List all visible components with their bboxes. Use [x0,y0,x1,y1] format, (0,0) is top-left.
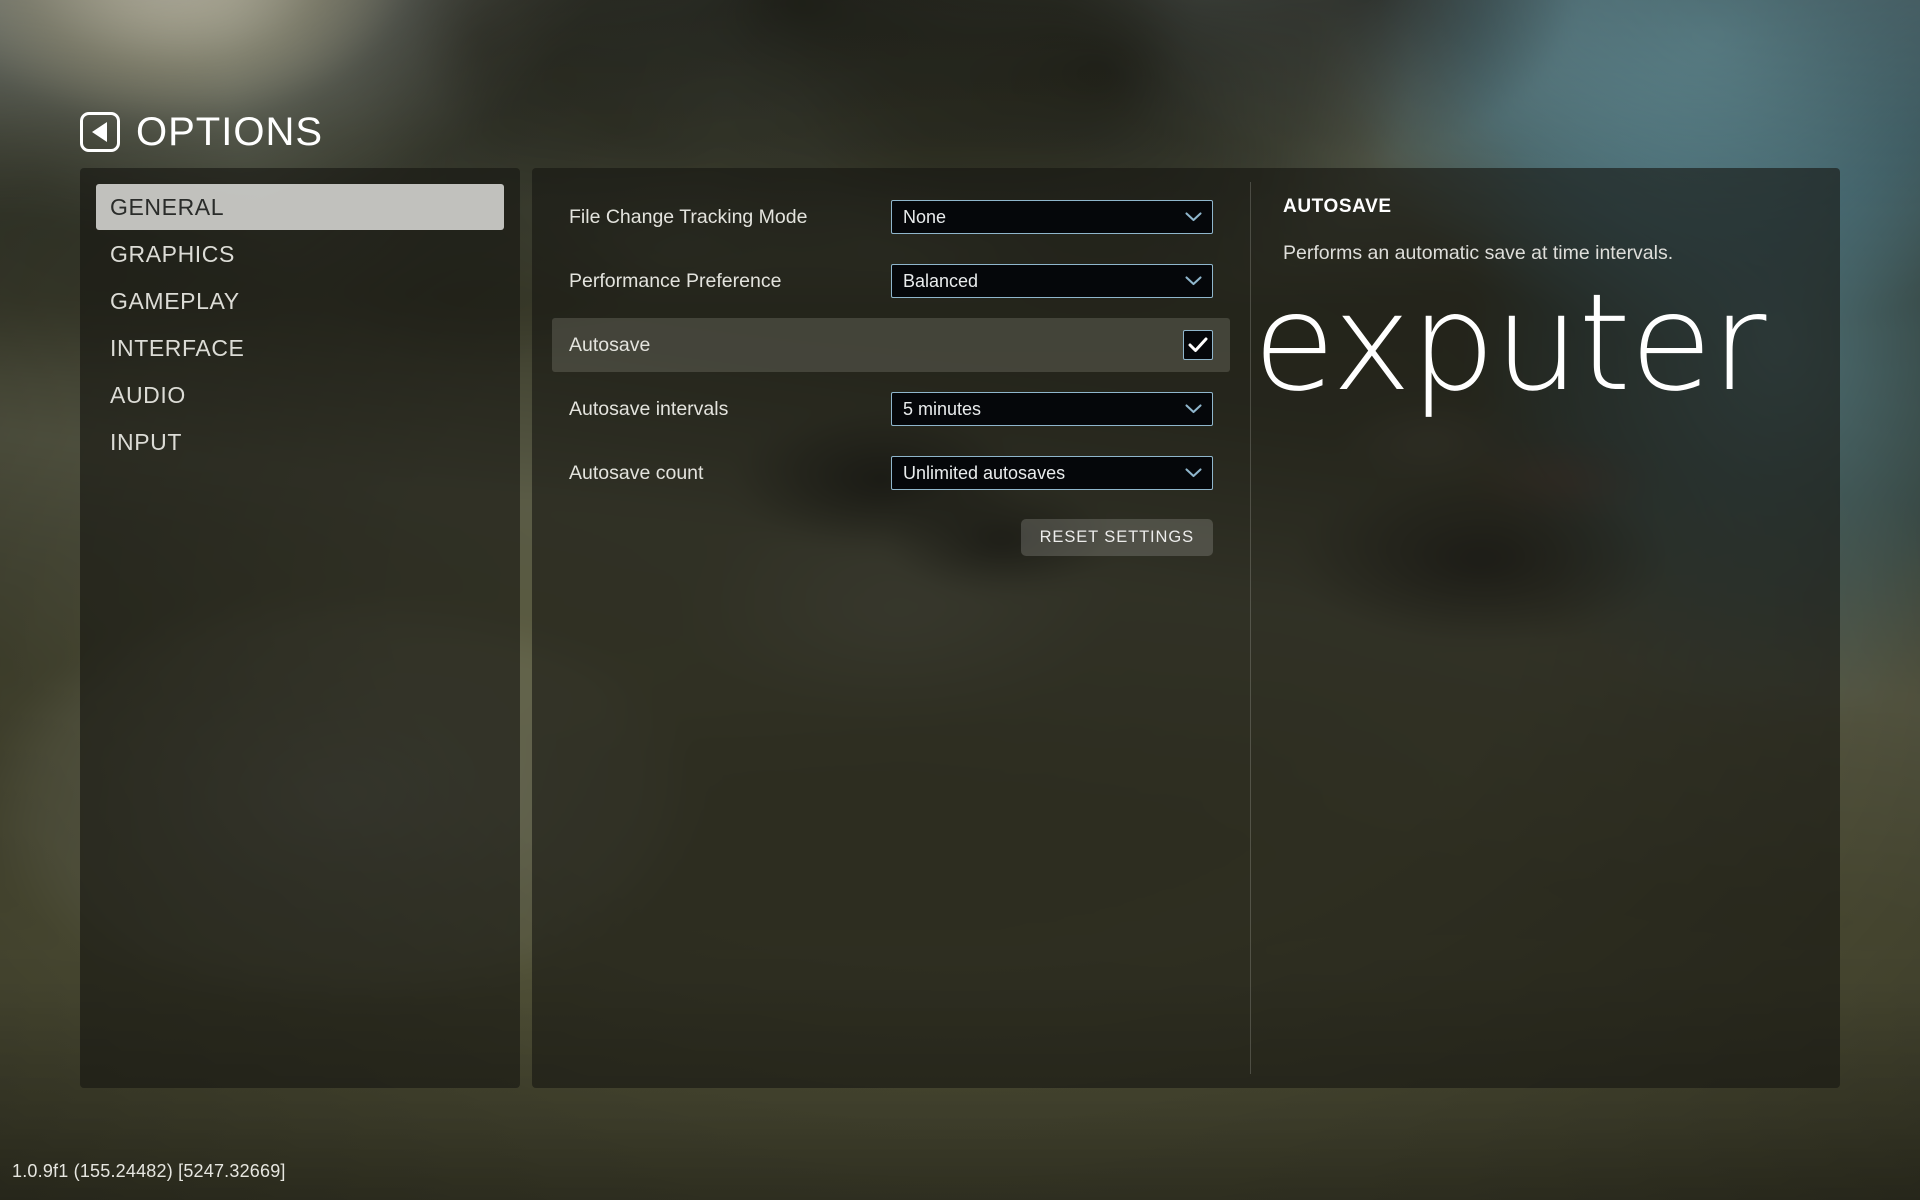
sidebar-item-graphics[interactable]: GRAPHICS [96,231,504,277]
performance-preference-dropdown[interactable]: Balanced [891,264,1213,298]
sidebar-item-label: GENERAL [110,193,225,220]
reset-settings-row: RESET SETTINGS [532,519,1213,556]
setting-label: Performance Preference [569,269,782,292]
file-change-tracking-mode-dropdown[interactable]: None [891,200,1213,234]
setting-label: Autosave [569,333,651,356]
settings-column: File Change Tracking Mode None Performan… [532,168,1250,1088]
chevron-down-icon [1185,276,1202,286]
info-title: AUTOSAVE [1283,196,1392,217]
page-header: OPTIONS [80,112,323,152]
autosave-intervals-dropdown[interactable]: 5 minutes [891,392,1213,426]
page-title: OPTIONS [136,110,324,154]
sidebar-item-general[interactable]: GENERAL [96,184,504,230]
watermark-text: exputer [1253,265,1766,421]
setting-row-autosave: Autosave [552,318,1230,372]
sidebar-item-label: INPUT [110,428,182,455]
chevron-down-icon [1185,404,1202,414]
setting-row-autosave-count: Autosave count Unlimited autosaves [552,446,1230,500]
chevron-down-icon [1185,212,1202,222]
dropdown-value: Balanced [903,270,979,291]
version-label: 1.0.9f1 (155.24482) [5247.32669] [12,1161,286,1181]
reset-settings-button[interactable]: RESET SETTINGS [1020,519,1213,556]
main-panel: File Change Tracking Mode None Performan… [532,168,1840,1088]
checkmark-icon [1188,337,1208,352]
setting-label: File Change Tracking Mode [569,205,808,228]
info-panel: AUTOSAVE Performs an automatic save at t… [1251,168,1840,1088]
setting-row-autosave-intervals: Autosave intervals 5 minutes [552,382,1230,436]
sidebar-item-label: GRAPHICS [110,240,235,267]
sidebar-item-input[interactable]: INPUT [96,419,504,465]
sidebar-item-label: INTERFACE [110,334,245,361]
sidebar-item-audio[interactable]: AUDIO [96,372,504,418]
sidebar-item-gameplay[interactable]: GAMEPLAY [96,278,504,324]
dropdown-value: 5 minutes [903,398,982,419]
setting-label: Autosave count [569,461,704,484]
sidebar-item-interface[interactable]: INTERFACE [96,325,504,371]
sidebar-panel: GENERAL GRAPHICS GAMEPLAY INTERFACE AUDI… [80,168,520,1088]
autosave-checkbox[interactable] [1183,330,1213,360]
dropdown-value: None [903,206,947,227]
back-triangle-icon [91,122,107,142]
chevron-down-icon [1185,468,1202,478]
setting-row-file-change-tracking-mode: File Change Tracking Mode None [552,190,1230,244]
sidebar-item-label: AUDIO [110,381,186,408]
info-description: Performs an automatic save at time inter… [1283,242,1674,264]
setting-label: Autosave intervals [569,397,729,420]
back-button[interactable] [80,112,120,152]
setting-row-performance-preference: Performance Preference Balanced [552,254,1230,308]
autosave-count-dropdown[interactable]: Unlimited autosaves [891,456,1213,490]
dropdown-value: Unlimited autosaves [903,462,1066,483]
sidebar-item-label: GAMEPLAY [110,287,240,314]
exputer-watermark: exputer [1253,276,1819,410]
